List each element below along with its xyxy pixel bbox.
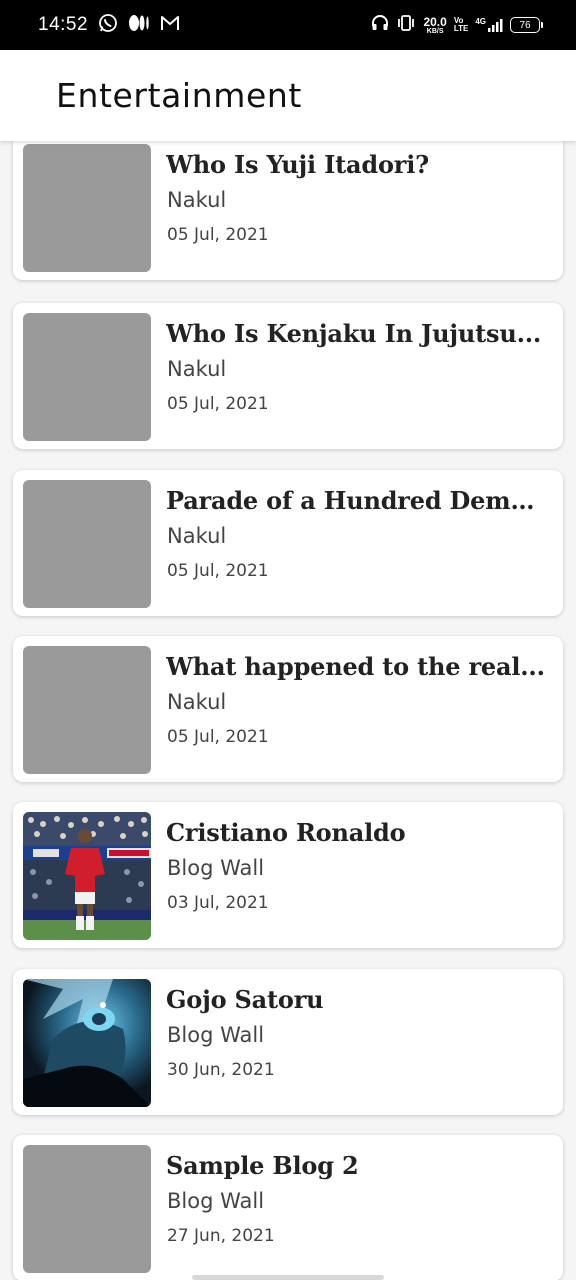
post-title: Gojo Satoru — [166, 985, 324, 1014]
scroll-indicator[interactable] — [192, 1275, 384, 1280]
net-speed: 20.0 KB/S — [423, 16, 446, 35]
signal-icon: 4G — [475, 17, 503, 33]
post-author: Nakul — [167, 188, 227, 212]
post-author: Blog Wall — [167, 856, 265, 880]
post-thumbnail-anime-character — [23, 979, 151, 1107]
post-card[interactable]: Cristiano Ronaldo Blog Wall 03 Jul, 2021 — [13, 802, 563, 948]
battery-icon: 76 — [510, 17, 543, 33]
medium-icon — [128, 13, 150, 37]
post-date: 03 Jul, 2021 — [167, 893, 269, 913]
post-thumbnail — [23, 144, 151, 272]
page-title: Entertainment — [56, 76, 302, 115]
vibrate-icon — [396, 14, 416, 37]
post-title: Who Is Yuji Itadori? — [166, 150, 429, 179]
post-date: 05 Jul, 2021 — [167, 727, 269, 747]
post-date: 30 Jun, 2021 — [167, 1060, 275, 1080]
post-title: Cristiano Ronaldo — [166, 818, 406, 847]
post-author: Nakul — [167, 524, 227, 548]
post-title: Who Is Kenjaku In Jujutsu... — [166, 319, 542, 348]
post-date: 05 Jul, 2021 — [167, 394, 269, 414]
net-speed-unit: KB/S — [426, 27, 444, 35]
post-card[interactable]: Gojo Satoru Blog Wall 30 Jun, 2021 — [13, 969, 563, 1115]
post-card[interactable]: Parade of a Hundred Demo... Nakul 05 Jul… — [13, 470, 563, 616]
status-right: 20.0 KB/S Vo LTE 4G 76 — [371, 14, 543, 37]
post-date: 05 Jul, 2021 — [167, 561, 269, 581]
post-card[interactable]: What happened to the real... Nakul 05 Ju… — [13, 636, 563, 782]
post-title: What happened to the real... — [166, 652, 545, 681]
post-author: Blog Wall — [167, 1023, 265, 1047]
volte-bottom: LTE — [453, 24, 469, 33]
post-thumbnail — [23, 1145, 151, 1273]
post-author: Nakul — [167, 690, 227, 714]
status-left: 14:52 — [38, 13, 180, 37]
post-thumbnail-football-player — [23, 812, 151, 940]
volte-indicator: Vo LTE — [454, 17, 469, 33]
post-author: Nakul — [167, 357, 227, 381]
battery-level: 76 — [519, 19, 531, 31]
post-card[interactable]: Who Is Kenjaku In Jujutsu... Nakul 05 Ju… — [13, 303, 563, 449]
post-author: Blog Wall — [167, 1189, 265, 1213]
post-date: 27 Jun, 2021 — [167, 1226, 275, 1246]
net-speed-value: 20.0 — [423, 14, 447, 29]
whatsapp-icon — [98, 13, 118, 37]
post-thumbnail — [23, 313, 151, 441]
post-date: 05 Jul, 2021 — [167, 225, 269, 245]
post-list[interactable]: Who Is Yuji Itadori? Nakul 05 Jul, 2021 … — [0, 141, 576, 1280]
network-type: 4G — [475, 17, 486, 26]
gmail-icon — [160, 14, 180, 36]
app-bar: Entertainment — [0, 50, 576, 141]
headphones-icon — [371, 14, 389, 37]
post-card[interactable]: Who Is Yuji Itadori? Nakul 05 Jul, 2021 — [13, 141, 563, 280]
post-thumbnail — [23, 480, 151, 608]
post-card[interactable]: Sample Blog 2 Blog Wall 27 Jun, 2021 — [13, 1135, 563, 1280]
post-thumbnail — [23, 646, 151, 774]
post-title: Sample Blog 2 — [166, 1151, 359, 1180]
status-time: 14:52 — [38, 14, 89, 35]
post-title: Parade of a Hundred Demo... — [166, 486, 546, 515]
status-bar: 14:52 20.0 KB/S Vo LTE 4G 76 — [0, 0, 576, 50]
